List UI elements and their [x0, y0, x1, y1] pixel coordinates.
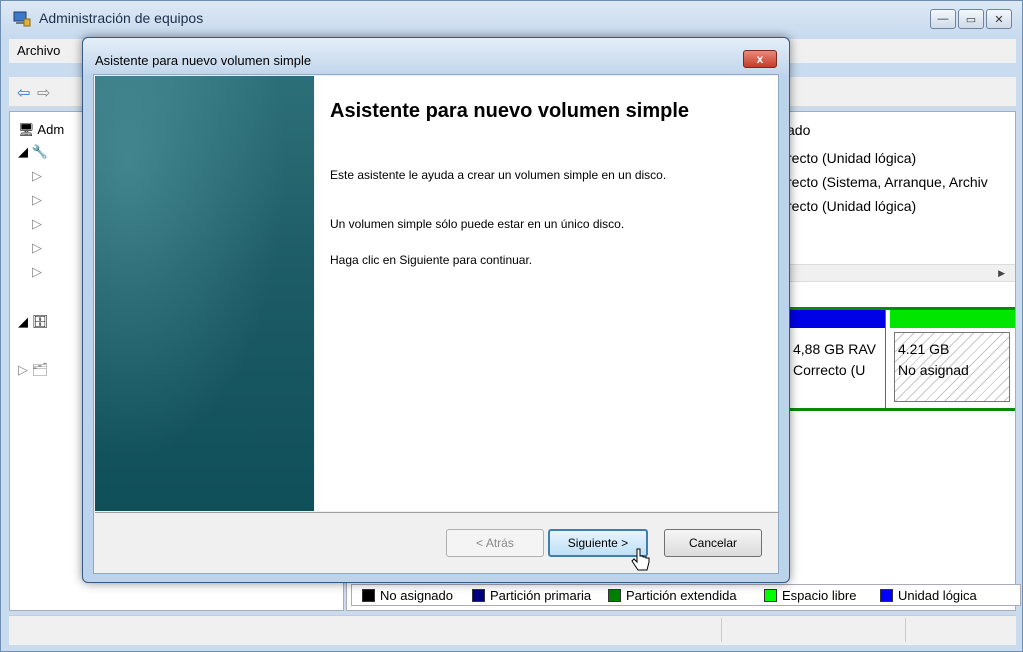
- maximize-button[interactable]: ▭: [958, 9, 984, 29]
- expand-chevron-icon: ◢: [18, 314, 28, 329]
- computer-icon: 🖥: [18, 122, 35, 137]
- legend-swatch: [362, 589, 375, 602]
- partition-size: 4,88 GB RAV: [793, 341, 877, 357]
- tree-root-label: Adm: [37, 122, 65, 137]
- banner-glow: [95, 76, 314, 511]
- legend-item: No asignado: [362, 588, 453, 603]
- wizard-content: Asistente para nuevo volumen simple Este…: [315, 76, 778, 511]
- scroll-right-icon[interactable]: ▶: [998, 268, 1005, 279]
- main-title-bar: Administración de equipos — ▭ ✕: [1, 1, 1022, 39]
- wizard-body: Asistente para nuevo volumen simple Este…: [93, 74, 779, 574]
- legend-item: Partición extendida: [608, 588, 737, 603]
- legend-item: Partición primaria: [472, 588, 591, 603]
- wizard-separator: [95, 512, 779, 513]
- back-button[interactable]: < Atrás: [446, 529, 544, 557]
- legend-label: Espacio libre: [782, 588, 857, 603]
- expand-arrow-icon: ▷: [32, 168, 42, 183]
- partition-status: No asignad: [898, 362, 969, 378]
- wizard-paragraph: Este asistente le ayuda a crear un volum…: [330, 168, 667, 182]
- volume-column-header[interactable]: ado: [787, 122, 810, 138]
- tools-icon: 🔧: [31, 144, 48, 159]
- legend-swatch: [472, 589, 485, 602]
- wizard-paragraph: Un volumen simple sólo puede estar en un…: [330, 217, 625, 231]
- status-bar: [9, 615, 1016, 645]
- cancel-button[interactable]: Cancelar: [664, 529, 762, 557]
- computer-management-icon: [13, 11, 31, 27]
- partition-status: Correcto (U: [793, 362, 866, 378]
- disk-layout-graph: 4,88 GB RAV Correcto (U 4.21 GB No asign…: [787, 307, 1015, 411]
- partition-unallocated[interactable]: 4.21 GB No asignad: [890, 310, 1015, 408]
- wizard-side-banner: [95, 76, 314, 511]
- status-divider: [721, 618, 722, 642]
- tree-child-4[interactable]: ▷: [32, 240, 42, 256]
- tree-child-5[interactable]: ▷: [32, 264, 42, 280]
- expand-arrow-icon: ▷: [18, 362, 28, 377]
- legend-swatch: [764, 589, 777, 602]
- tree-node-system-tools[interactable]: ◢ 🔧: [18, 144, 48, 160]
- tree-child-3[interactable]: ▷: [32, 216, 42, 232]
- legend-label: No asignado: [380, 588, 453, 603]
- tree-root-node[interactable]: 🖥 Adm: [18, 122, 64, 138]
- tree-child-2[interactable]: ▷: [32, 192, 42, 208]
- storage-icon: 🗄: [31, 314, 49, 329]
- partition-size: 4.21 GB: [898, 341, 950, 357]
- wizard-heading: Asistente para nuevo volumen simple: [330, 100, 689, 122]
- partition-color-bar: [790, 310, 885, 328]
- legend-label: Unidad lógica: [898, 588, 977, 603]
- expand-arrow-icon: ▷: [32, 264, 42, 279]
- partition-color-bar: [890, 310, 1015, 328]
- expand-arrow-icon: ▷: [32, 240, 42, 255]
- back-arrow-icon[interactable]: ⇦: [17, 83, 30, 103]
- tree-node-services[interactable]: ▷ 🗂: [18, 362, 48, 378]
- wizard-paragraph: Haga clic en Siguiente para continuar.: [330, 253, 533, 267]
- volume-row[interactable]: recto (Sistema, Arranque, Archiv: [787, 174, 988, 190]
- legend-label: Partición extendida: [626, 588, 737, 603]
- legend-item: Unidad lógica: [880, 588, 977, 603]
- legend-item: Espacio libre: [764, 588, 856, 603]
- legend-swatch: [880, 589, 893, 602]
- forward-arrow-icon[interactable]: ⇨: [37, 83, 50, 103]
- volume-row[interactable]: recto (Unidad lógica): [787, 198, 916, 214]
- minimize-button[interactable]: —: [930, 9, 956, 29]
- expand-arrow-icon: ▷: [32, 216, 42, 231]
- menu-file[interactable]: Archivo: [17, 43, 60, 58]
- partition-logical[interactable]: 4,88 GB RAV Correcto (U: [790, 310, 886, 408]
- wizard-title-bar: Asistente para nuevo volumen simple x: [83, 38, 789, 74]
- volume-row[interactable]: recto (Unidad lógica): [787, 150, 916, 166]
- status-divider: [905, 618, 906, 642]
- expand-chevron-icon: ◢: [18, 144, 28, 159]
- window-controls: — ▭ ✕: [930, 9, 1012, 29]
- wizard-title: Asistente para nuevo volumen simple: [95, 53, 312, 68]
- wizard-close-button[interactable]: x: [743, 50, 777, 68]
- main-window-title: Administración de equipos: [39, 10, 204, 26]
- tree-child-1[interactable]: ▷: [32, 168, 42, 184]
- legend-bar: No asignado Partición primaria Partición…: [351, 584, 1021, 606]
- new-simple-volume-wizard: Asistente para nuevo volumen simple x As…: [82, 37, 790, 583]
- tree-node-storage[interactable]: ◢ 🗄: [18, 314, 48, 330]
- hand-cursor-icon: [631, 548, 650, 571]
- services-icon: 🗂: [31, 362, 49, 377]
- expand-arrow-icon: ▷: [32, 192, 42, 207]
- close-button[interactable]: ✕: [986, 9, 1012, 29]
- legend-swatch: [608, 589, 621, 602]
- legend-label: Partición primaria: [490, 588, 592, 603]
